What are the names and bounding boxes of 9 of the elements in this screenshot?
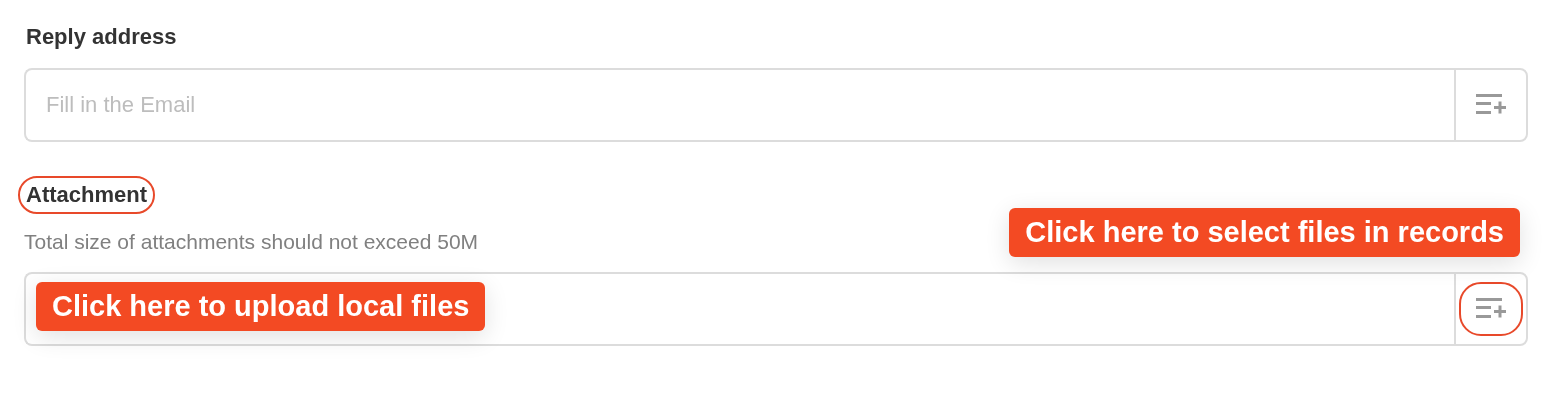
callout-label: Click here to select files in records	[1009, 208, 1520, 257]
upload-field[interactable]	[24, 272, 1454, 346]
field-label: Attachment	[18, 176, 155, 214]
add-from-list-button[interactable]	[1454, 272, 1528, 346]
email-field[interactable]: Fill in the Email	[24, 68, 1454, 142]
field-hint: Total size of attachments should not exceed 50M	[24, 230, 479, 254]
field-label: Reply address	[25, 23, 178, 51]
callout-label: Click here to upload local files	[36, 282, 486, 331]
add-from-list-button[interactable]	[1454, 68, 1528, 142]
